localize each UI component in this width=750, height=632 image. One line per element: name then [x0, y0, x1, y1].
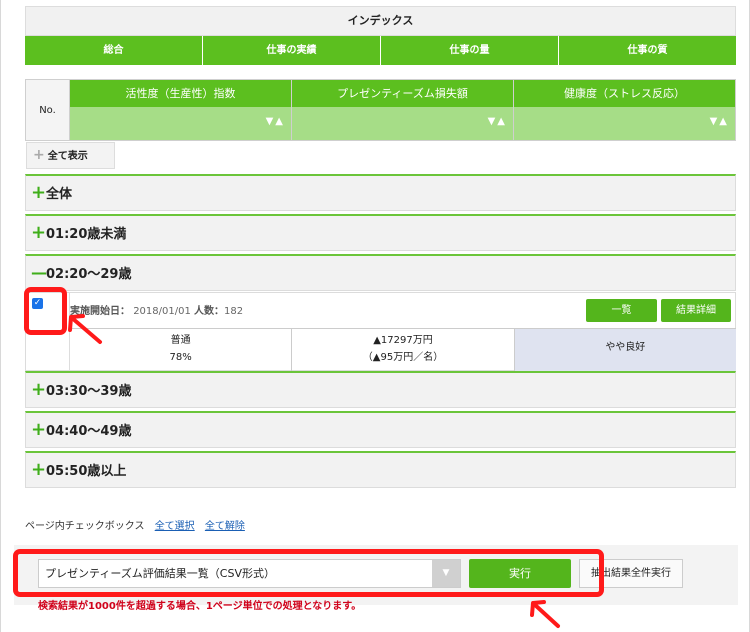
sort-icon[interactable]: ▼▲ — [488, 116, 507, 127]
group-row-20s[interactable]: —02:20～29歳 — [25, 254, 736, 291]
plus-icon: + — [31, 222, 47, 243]
clear-all-link[interactable]: 全て解除 — [205, 521, 245, 532]
tab-work-amount[interactable]: 仕事の量 — [381, 36, 559, 65]
group-detail-20s: ✓ 実施開始日： 2018/01/01 人数：182 一覧 結果詳細 普通 78… — [25, 292, 736, 372]
sort-icon[interactable]: ▼▲ — [266, 116, 285, 127]
column-health: 健康度（ストレス反応） ▼▲ — [514, 80, 735, 140]
highlight-export — [13, 549, 604, 597]
show-all-button[interactable]: + 全て表示 — [26, 142, 115, 169]
limit-warning: 検索結果が1000件を超過する場合、1ページ単位での処理となります。 — [38, 601, 362, 612]
index-tabs: 総合 仕事の実績 仕事の量 仕事の質 — [25, 36, 736, 65]
loss-total: ▲17297万円 — [373, 335, 433, 346]
column-health-label: 健康度（ストレス反応） — [514, 80, 735, 107]
plus-icon: + — [31, 182, 47, 203]
metrics-header: No. 活性度（生産性）指数 ▼▲ プレゼンティーズム損失額 ▼▲ 健康度（スト… — [25, 79, 736, 141]
annotation-arrow-icon — [68, 314, 102, 344]
tab-work-results[interactable]: 仕事の実績 — [203, 36, 381, 65]
group-label: 01:20歳未満 — [46, 227, 127, 242]
group-label: 03:30～39歳 — [46, 384, 132, 399]
list-button[interactable]: 一覧 — [586, 299, 657, 322]
group-row-40s[interactable]: +04:40～49歳 — [25, 411, 736, 448]
group-row-under20[interactable]: +01:20歳未満 — [25, 214, 736, 251]
column-activity: 活性度（生産性）指数 ▼▲ — [70, 80, 292, 140]
count-value: 182 — [224, 306, 244, 317]
annotation-arrow-icon — [530, 600, 560, 628]
plus-icon: + — [31, 419, 47, 440]
show-all-label: 全て表示 — [47, 151, 88, 162]
group-label: 02:20～29歳 — [46, 267, 132, 282]
minus-icon: — — [31, 263, 47, 282]
plus-icon: + — [31, 459, 47, 480]
no-column-header: No. — [26, 80, 70, 140]
highlight-checkbox — [24, 287, 67, 335]
tab-overall[interactable]: 総合 — [25, 36, 203, 65]
plus-icon: + — [31, 379, 47, 400]
start-date-value: 2018/01/01 — [133, 306, 191, 317]
select-all-link[interactable]: 全て選択 — [155, 521, 195, 532]
column-activity-label: 活性度（生産性）指数 — [70, 80, 291, 107]
page-checkbox-controls: ページ内チェックボックス 全て選択 全て解除 — [25, 517, 245, 532]
page-checkbox-label: ページ内チェックボックス — [25, 521, 145, 532]
group-label: 04:40～49歳 — [46, 424, 132, 439]
group-row-50plus[interactable]: +05:50歳以上 — [25, 451, 736, 488]
group-row-30s[interactable]: +03:30～39歳 — [25, 371, 736, 408]
group-label: 05:50歳以上 — [46, 464, 127, 479]
health-cell: やや良好 — [514, 329, 736, 371]
loss-per-person: （▲95万円／名） — [362, 352, 444, 363]
plus-icon: + — [33, 147, 45, 163]
column-loss: プレゼンティーズム損失額 ▼▲ — [292, 80, 514, 140]
column-loss-label: プレゼンティーズム損失額 — [292, 80, 513, 107]
count-label: 人数： — [194, 306, 225, 317]
group-row-all[interactable]: +全体 — [25, 174, 736, 211]
sort-icon[interactable]: ▼▲ — [710, 116, 729, 127]
activity-percent: 78% — [169, 352, 192, 363]
index-title: インデックス — [25, 6, 736, 36]
result-detail-button[interactable]: 結果詳細 — [661, 299, 731, 322]
detail-values: 普通 78% ▲17297万円 （▲95万円／名） やや良好 — [70, 328, 736, 371]
loss-cell: ▲17297万円 （▲95万円／名） — [292, 329, 515, 371]
tab-work-quality[interactable]: 仕事の質 — [559, 36, 736, 65]
group-label: 全体 — [46, 187, 73, 202]
